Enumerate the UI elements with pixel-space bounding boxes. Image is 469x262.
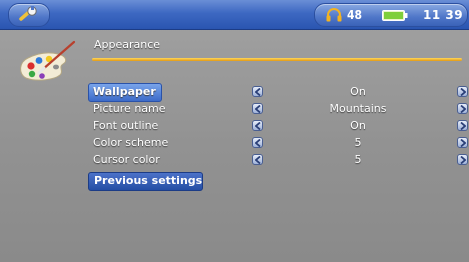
setting-row-cursor-color[interactable]: Cursor color 5 [88, 152, 469, 168]
previous-settings-label: Previous settings [94, 174, 203, 187]
setting-value: On [350, 119, 366, 132]
setting-row-picture-name[interactable]: Picture name Mountains [88, 101, 469, 117]
setting-label: Color scheme [93, 136, 169, 149]
headphone-icon [326, 8, 342, 22]
chevron-right-icon [460, 122, 466, 130]
setting-label: Font outline [93, 119, 159, 132]
chevron-right-icon [460, 156, 466, 164]
decrease-arrow-button[interactable] [252, 103, 263, 114]
setting-label: Cursor color [93, 153, 160, 166]
decrease-arrow-button[interactable] [252, 120, 263, 131]
chevron-left-icon [255, 105, 261, 113]
chevron-left-icon [255, 156, 261, 164]
setting-row-wallpaper[interactable]: Wallpaper On [88, 83, 469, 102]
previous-settings-button[interactable]: Previous settings [88, 172, 203, 191]
increase-arrow-button[interactable] [457, 154, 468, 165]
increase-arrow-button[interactable] [457, 120, 468, 131]
screen: 48 11 39 Appearance Wallpaper On Picture… [0, 0, 469, 262]
clock: 11 39 [423, 8, 464, 22]
setting-value: 5 [354, 153, 362, 166]
setting-value: Mountains [329, 102, 387, 115]
status-bar: 48 11 39 [0, 0, 469, 30]
decrease-arrow-button[interactable] [252, 154, 263, 165]
increase-arrow-button[interactable] [457, 137, 468, 148]
wrench-icon [19, 6, 37, 21]
setting-value: 5 [354, 136, 362, 149]
setting-label: Picture name [93, 102, 166, 115]
chevron-right-icon [460, 139, 466, 147]
chevron-right-icon [460, 105, 466, 113]
chevron-left-icon [255, 88, 261, 96]
volume-level: 48 [347, 8, 363, 22]
chevron-left-icon [255, 122, 261, 130]
status-indicators: 48 11 39 [314, 3, 468, 27]
setting-row-color-scheme[interactable]: Color scheme 5 [88, 135, 469, 151]
battery-icon [382, 10, 408, 21]
paint-palette-icon [20, 40, 76, 81]
decrease-arrow-button[interactable] [252, 86, 263, 97]
section-title: Appearance [94, 38, 161, 51]
title-divider [92, 58, 462, 61]
increase-arrow-button[interactable] [457, 86, 468, 97]
increase-arrow-button[interactable] [457, 103, 468, 114]
tools-button[interactable] [8, 3, 50, 27]
setting-value: On [350, 85, 366, 98]
chevron-left-icon [255, 139, 261, 147]
chevron-right-icon [460, 88, 466, 96]
decrease-arrow-button[interactable] [252, 137, 263, 148]
setting-label: Wallpaper [93, 85, 156, 98]
setting-row-font-outline[interactable]: Font outline On [88, 118, 469, 134]
